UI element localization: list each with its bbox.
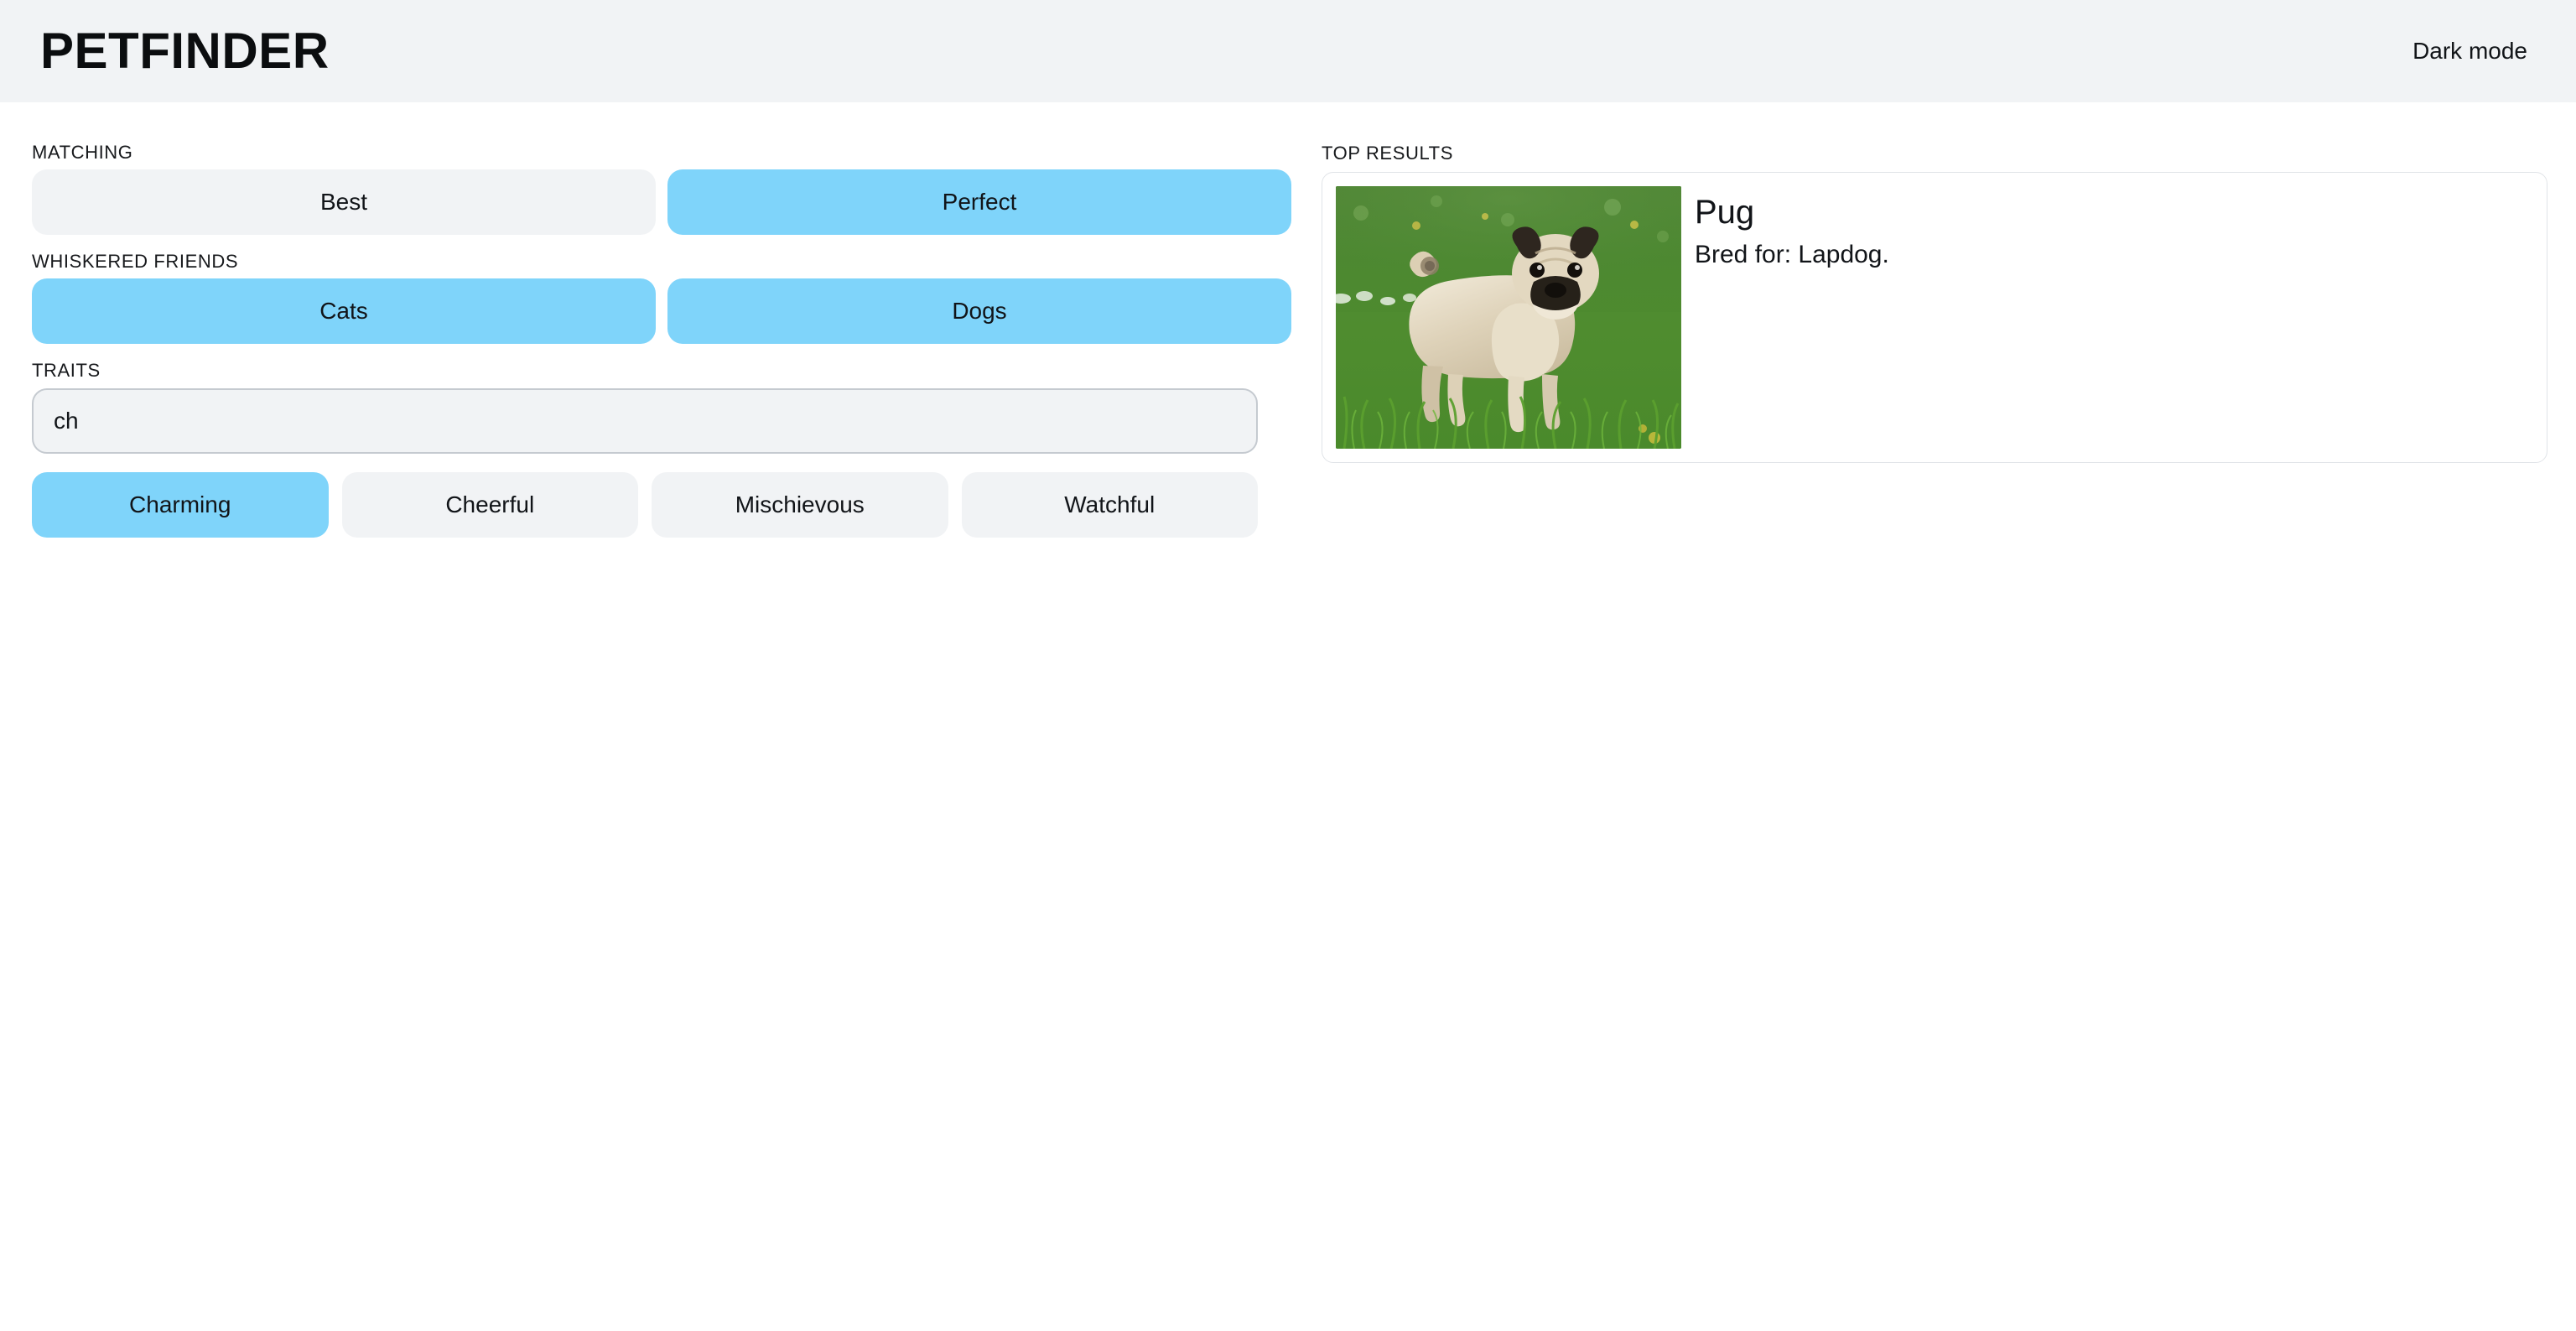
- matching-option-perfect[interactable]: Perfect: [667, 169, 1291, 236]
- filters-panel: MATCHING Best Perfect WHISKERED FRIENDS …: [0, 102, 1291, 538]
- result-breed-description: Bred for: Lapdog.: [1695, 241, 1889, 268]
- trait-chip-mischievous[interactable]: Mischievous: [652, 471, 948, 538]
- whiskered-friends-option-row: Cats Dogs: [32, 278, 1291, 345]
- result-info: Pug Bred for: Lapdog.: [1695, 186, 2533, 271]
- traits-chip-row: Charming Cheerful Mischievous Watchful: [32, 471, 1258, 538]
- matching-label: MATCHING: [32, 142, 133, 163]
- traits-search-input[interactable]: [32, 387, 1258, 454]
- trait-chip-watchful[interactable]: Watchful: [961, 471, 1258, 538]
- whiskered-friends-label: WHISKERED FRIENDS: [32, 251, 239, 273]
- result-card[interactable]: Pug Bred for: Lapdog.: [1322, 172, 2547, 463]
- trait-chip-cheerful[interactable]: Cheerful: [341, 471, 638, 538]
- pug-photo: [1336, 186, 1681, 449]
- species-option-dogs[interactable]: Dogs: [667, 278, 1291, 345]
- dark-mode-toggle[interactable]: Dark mode: [2404, 33, 2536, 70]
- results-panel: TOP RESULTS Pug Bred for: Lapdog.: [1291, 102, 2576, 463]
- page-body: MATCHING Best Perfect WHISKERED FRIENDS …: [0, 102, 2576, 1331]
- traits-label: TRAITS: [32, 360, 101, 382]
- matching-option-row: Best Perfect: [32, 169, 1291, 236]
- app-header: PETFINDER Dark mode: [0, 0, 2576, 102]
- top-results-label: TOP RESULTS: [1322, 143, 1453, 164]
- result-breed-name: Pug: [1695, 194, 1755, 231]
- trait-chip-charming[interactable]: Charming: [32, 471, 329, 538]
- matching-option-best[interactable]: Best: [32, 169, 656, 236]
- app-logo: PETFINDER: [40, 23, 330, 79]
- species-option-cats[interactable]: Cats: [32, 278, 656, 345]
